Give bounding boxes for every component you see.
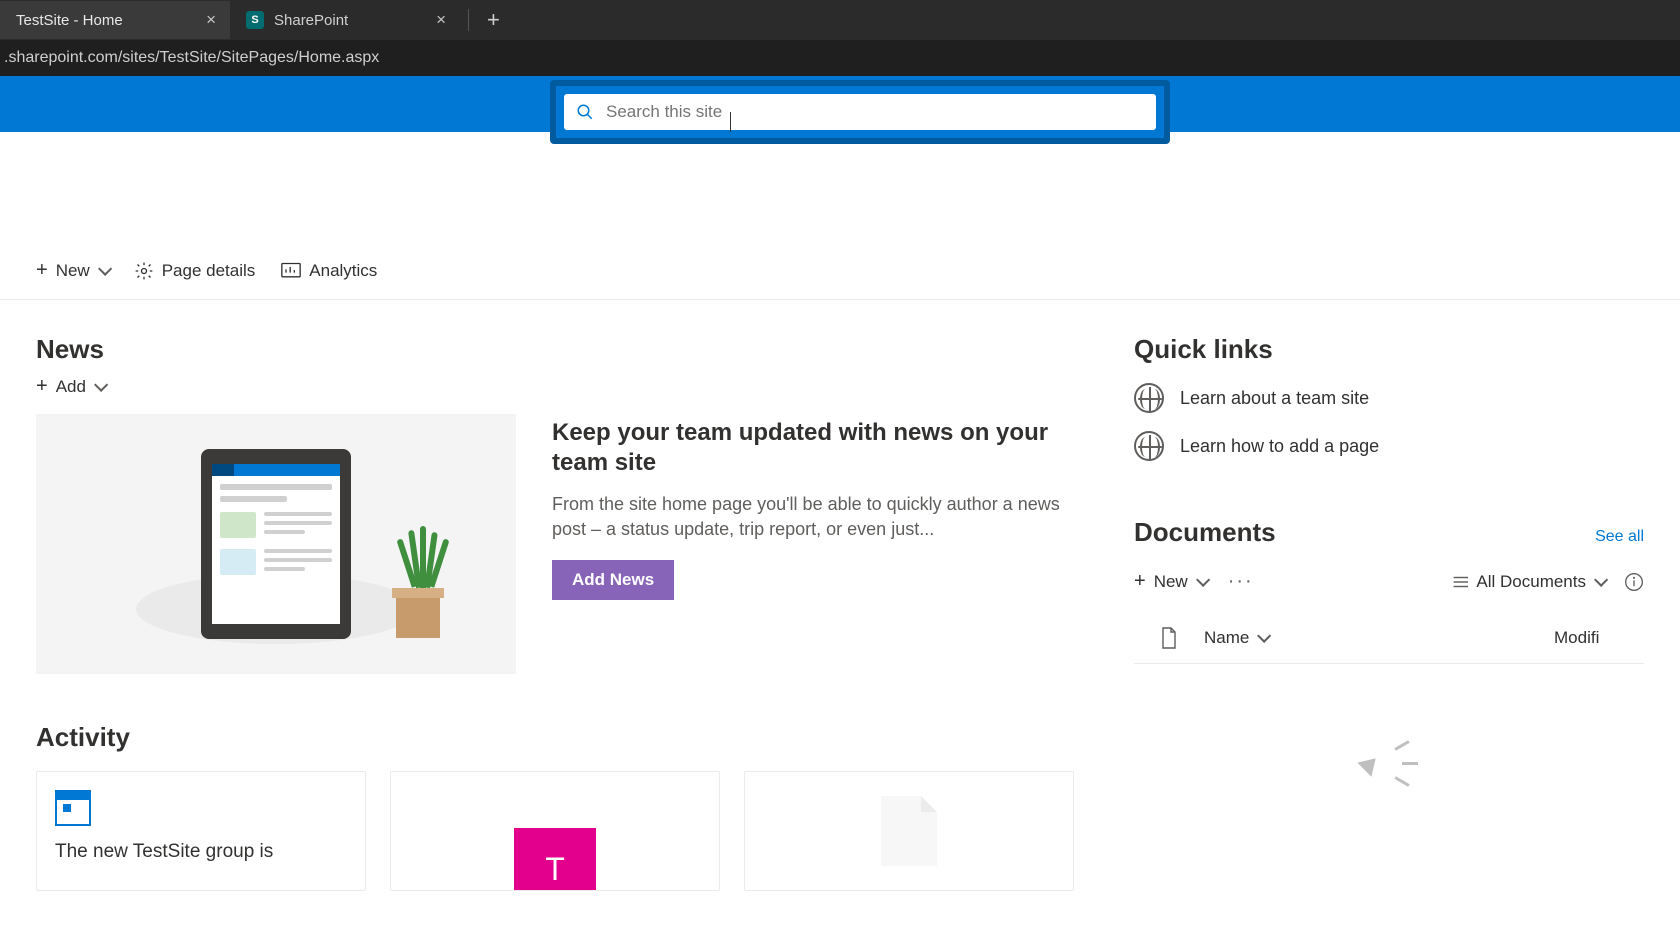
documents-new-button[interactable]: + New [1134, 570, 1206, 593]
analytics-button[interactable]: Analytics [281, 261, 377, 281]
documents-section: Documents See all + New ··· [1134, 517, 1644, 814]
quick-link-label: Learn about a team site [1180, 388, 1369, 409]
new-button[interactable]: + New [36, 259, 108, 282]
quick-link-item[interactable]: Learn how to add a page [1134, 431, 1644, 461]
activity-section: Activity The new TestSite group is T [36, 722, 1074, 891]
add-label: Add [56, 377, 86, 397]
tab-separator [468, 9, 469, 31]
sharepoint-favicon-icon: S [246, 11, 264, 29]
column-name[interactable]: Name [1204, 628, 1554, 648]
gear-icon [134, 261, 154, 281]
see-all-link[interactable]: See all [1595, 528, 1644, 546]
site-header-area [0, 132, 1680, 242]
chevron-down-icon [94, 377, 108, 391]
activity-card[interactable] [744, 771, 1074, 891]
tab-title: TestSite - Home [16, 12, 123, 29]
page-details-label: Page details [162, 261, 256, 281]
news-promo-description: From the site home page you'll be able t… [552, 492, 1074, 542]
activity-card-title: The new TestSite group is [55, 840, 347, 865]
globe-icon [1134, 431, 1164, 461]
column-name-label: Name [1204, 628, 1249, 648]
news-heading: News [36, 334, 1074, 365]
analytics-icon [281, 262, 301, 280]
activity-card[interactable]: T [390, 771, 720, 891]
list-icon [1450, 575, 1468, 589]
text-caret [730, 112, 731, 132]
plus-icon: + [1134, 570, 1146, 593]
info-icon[interactable] [1624, 572, 1644, 592]
column-modified-label: Modifi [1554, 628, 1599, 647]
search-input[interactable] [606, 102, 1144, 122]
suite-header [0, 76, 1680, 132]
add-news-button[interactable]: Add News [552, 560, 674, 600]
plus-icon: + [36, 259, 48, 282]
more-actions-icon[interactable]: ··· [1228, 570, 1254, 593]
news-add-button[interactable]: + Add [36, 375, 1074, 398]
news-placeholder-image [36, 414, 516, 674]
chevron-down-icon [98, 261, 112, 275]
analytics-label: Analytics [309, 261, 377, 281]
document-icon [881, 796, 937, 866]
page-details-button[interactable]: Page details [134, 261, 256, 281]
activity-heading: Activity [36, 722, 1074, 753]
chevron-down-icon [1196, 572, 1210, 586]
search-icon [576, 103, 594, 121]
browser-tab-strip: TestSite - Home × S SharePoint × + [0, 0, 1680, 40]
view-label: All Documents [1476, 572, 1586, 592]
column-modified[interactable]: Modifi [1554, 628, 1644, 648]
documents-toolbar: + New ··· All Documents [1134, 570, 1644, 593]
activity-card[interactable]: The new TestSite group is [36, 771, 366, 891]
quick-link-label: Learn how to add a page [1180, 436, 1379, 457]
new-tab-button[interactable]: + [477, 7, 510, 33]
view-selector[interactable]: All Documents [1450, 572, 1604, 592]
plus-icon: + [36, 375, 48, 398]
chevron-down-icon [1594, 572, 1608, 586]
quick-link-item[interactable]: Learn about a team site [1134, 383, 1644, 413]
url-text: .sharepoint.com/sites/TestSite/SitePages… [4, 49, 379, 67]
right-column: Quick links Learn about a team site Lear… [1134, 334, 1644, 891]
browser-tab-active[interactable]: TestSite - Home × [0, 1, 230, 39]
news-promo-title: Keep your team updated with news on your… [552, 418, 1074, 478]
cursor-click-icon [1344, 744, 1434, 814]
left-column: News + Add [36, 334, 1074, 891]
new-label: New [56, 261, 90, 281]
documents-new-label: New [1154, 572, 1188, 592]
site-search-box[interactable] [564, 94, 1156, 130]
close-icon[interactable]: × [206, 10, 216, 30]
tab-title: SharePoint [274, 12, 348, 29]
outlook-icon [55, 790, 91, 826]
search-highlight-box [550, 80, 1170, 144]
site-tile-icon: T [514, 828, 596, 891]
documents-column-header: Name Modifi [1134, 627, 1644, 664]
close-icon[interactable]: × [436, 10, 446, 30]
documents-heading: Documents [1134, 517, 1276, 548]
command-bar: + New Page details Analytics [0, 242, 1680, 300]
chevron-down-icon [1257, 629, 1271, 643]
address-bar[interactable]: .sharepoint.com/sites/TestSite/SitePages… [0, 40, 1680, 76]
news-promo-text: Keep your team updated with news on your… [552, 414, 1074, 674]
main-canvas: News + Add [0, 300, 1680, 891]
news-row: Keep your team updated with news on your… [36, 414, 1074, 674]
browser-tab[interactable]: S SharePoint × [230, 1, 460, 39]
activity-cards: The new TestSite group is T [36, 771, 1074, 891]
file-icon [1160, 627, 1178, 649]
quick-links-heading: Quick links [1134, 334, 1644, 365]
documents-empty-state [1134, 744, 1644, 814]
globe-icon [1134, 383, 1164, 413]
